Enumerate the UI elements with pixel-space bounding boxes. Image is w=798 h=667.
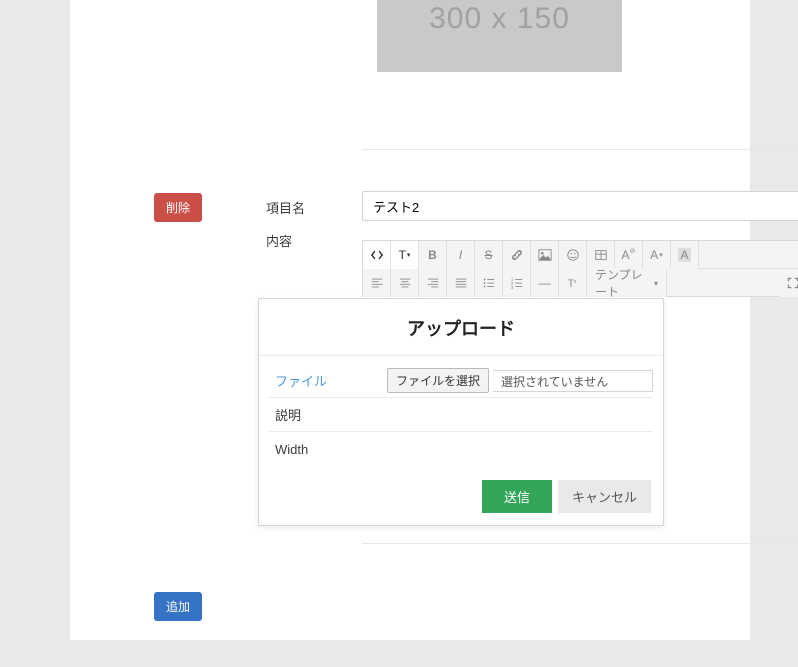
width-field-row: Width [269, 432, 653, 466]
item-name-input[interactable] [362, 191, 798, 221]
code-view-icon[interactable] [363, 241, 391, 269]
align-right-icon[interactable] [419, 269, 447, 297]
editor-toolbar: T▾ B I S A⊘ A▾ A 123 — Tx [362, 240, 798, 297]
template-dropdown[interactable]: テンプレート▾ [587, 269, 667, 297]
width-label: Width [269, 442, 387, 457]
link-icon[interactable] [503, 241, 531, 269]
strikethrough-icon[interactable]: S [475, 241, 503, 269]
text-style-icon[interactable]: T▾ [391, 241, 419, 269]
emoji-icon[interactable] [559, 241, 587, 269]
ol-icon[interactable]: 123 [503, 269, 531, 297]
ul-icon[interactable] [475, 269, 503, 297]
highlight-icon[interactable]: A [671, 241, 699, 269]
align-justify-icon[interactable] [447, 269, 475, 297]
submit-button[interactable]: 送信 [482, 480, 552, 513]
upload-modal: アップロード ファイル ファイルを選択 選択されていません 説明 Width 送… [258, 298, 664, 526]
table-icon[interactable] [587, 241, 615, 269]
svg-text:3: 3 [510, 285, 513, 290]
width-input[interactable] [387, 437, 653, 461]
description-field-row: 説明 [269, 398, 653, 432]
placeholder-text: 300 x 150 [429, 2, 570, 36]
file-label: ファイル [269, 371, 387, 390]
fullscreen-icon[interactable] [779, 269, 798, 297]
image-placeholder: 300 x 150 [377, 0, 622, 72]
item-name-label: 項目名 [266, 198, 305, 217]
modal-title: アップロード [259, 299, 663, 356]
divider [362, 543, 798, 544]
bold-icon[interactable]: B [419, 241, 447, 269]
file-status-text: 選択されていません [493, 370, 653, 392]
quote-icon[interactable]: Tx [559, 269, 587, 297]
hr-icon[interactable]: — [531, 269, 559, 297]
font-color-icon[interactable]: A▾ [643, 241, 671, 269]
description-label: 説明 [269, 405, 387, 424]
divider [362, 149, 798, 150]
file-field-row: ファイル ファイルを選択 選択されていません [269, 364, 653, 398]
description-input[interactable] [387, 403, 653, 427]
italic-icon[interactable]: I [447, 241, 475, 269]
image-icon[interactable] [531, 241, 559, 269]
svg-text:x: x [573, 279, 576, 285]
content-label: 内容 [266, 231, 292, 250]
delete-button[interactable]: 削除 [154, 193, 202, 222]
cancel-button[interactable]: キャンセル [558, 480, 651, 513]
choose-file-button[interactable]: ファイルを選択 [387, 368, 489, 393]
align-center-icon[interactable] [391, 269, 419, 297]
clear-format-icon[interactable]: A⊘ [615, 241, 643, 269]
align-left-icon[interactable] [363, 269, 391, 297]
add-button[interactable]: 追加 [154, 592, 202, 621]
